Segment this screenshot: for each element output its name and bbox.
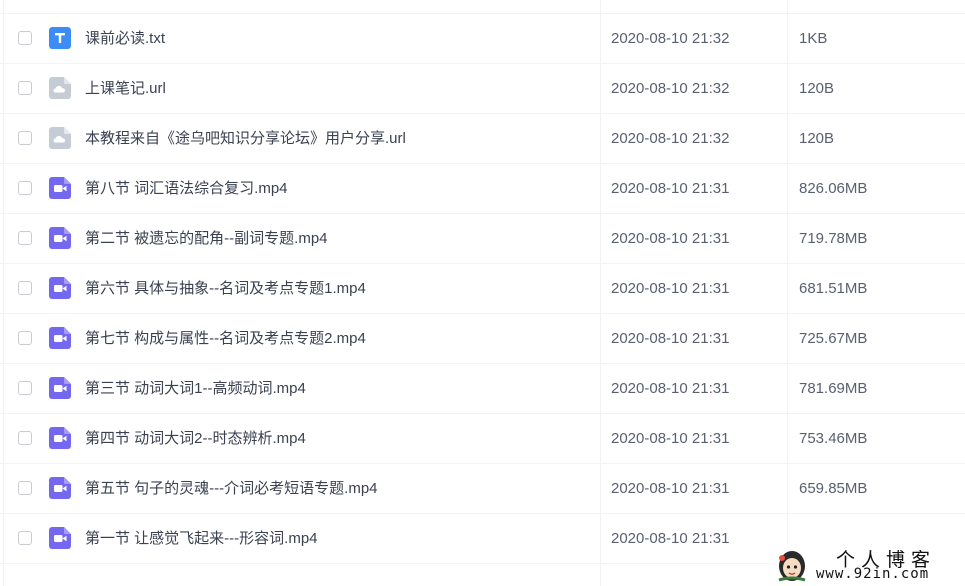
- file-modified-date: 2020-08-10 21:31: [611, 330, 730, 347]
- row-checkbox[interactable]: [18, 281, 32, 295]
- file-size: 120B: [799, 0, 834, 14]
- file-row[interactable]: 第八节 词汇语法综合复习.mp4 2020-08-10 21:31 826.06…: [0, 164, 965, 214]
- file-name[interactable]: 第八节 词汇语法综合复习.mp4: [85, 164, 288, 214]
- file-name[interactable]: 更多视频教程-途乌吧知识论坛 www.tnbzs.com.url: [85, 0, 414, 14]
- file-size: 120B: [799, 130, 835, 147]
- file-row[interactable]: 上课笔记.url 2020-08-10 21:32 120B: [0, 64, 965, 114]
- file-modified-date: 2020-08-10 21:31: [611, 430, 730, 447]
- row-checkbox[interactable]: [18, 131, 32, 145]
- file-modified-date: 2020-08-10 21:32: [611, 80, 730, 97]
- video-file-icon: [49, 227, 71, 249]
- file-modified-date: 2020-08-10 21:32: [611, 130, 730, 147]
- file-modified-date: 2020-08-10 21:31: [611, 230, 730, 247]
- file-name[interactable]: 第五节 句子的灵魂---介词必考短语专题.mp4: [85, 464, 378, 514]
- file-modified-date: 2020-08-10 21:31: [611, 180, 730, 197]
- file-size: 753.46MB: [799, 430, 868, 447]
- file-name[interactable]: 第三节 动词大词1--高频动词.mp4: [85, 364, 306, 414]
- row-checkbox[interactable]: [18, 431, 32, 445]
- row-checkbox[interactable]: [18, 81, 32, 95]
- video-file-icon: [49, 277, 71, 299]
- file-size: 659.85MB: [799, 480, 868, 497]
- video-file-icon: [49, 327, 71, 349]
- file-name[interactable]: 第二节 被遗忘的配角--副词专题.mp4: [85, 214, 328, 264]
- file-size: 781.69MB: [799, 380, 868, 397]
- video-file-icon: [49, 377, 71, 399]
- file-name[interactable]: 第六节 具体与抽象--名词及考点专题1.mp4: [85, 264, 366, 314]
- row-checkbox[interactable]: [18, 181, 32, 195]
- file-modified-date: 2020-08-10 21:31: [611, 480, 730, 497]
- file-size: 1KB: [799, 30, 828, 47]
- url-file-icon: [49, 127, 71, 149]
- file-modified-date: 2020-08-10 21:31: [611, 380, 730, 397]
- file-name[interactable]: 第四节 动词大词2--时态辨析.mp4: [85, 414, 306, 464]
- file-name[interactable]: 第七节 构成与属性--名词及考点专题2.mp4: [85, 314, 366, 364]
- video-file-icon: [49, 527, 71, 549]
- file-row[interactable]: 第五节 句子的灵魂---介词必考短语专题.mp4 2020-08-10 21:3…: [0, 464, 965, 514]
- site-watermark: 个人博客 www.92in.com: [770, 544, 965, 586]
- row-checkbox[interactable]: [18, 531, 32, 545]
- cartoon-avatar-icon: [778, 551, 806, 582]
- file-row[interactable]: 本教程来自《途乌吧知识分享论坛》用户分享.url 2020-08-10 21:3…: [0, 114, 965, 164]
- row-checkbox[interactable]: [18, 331, 32, 345]
- file-name[interactable]: 上课笔记.url: [85, 64, 166, 114]
- file-row[interactable]: 第六节 具体与抽象--名词及考点专题1.mp4 2020-08-10 21:31…: [0, 264, 965, 314]
- file-row[interactable]: 第七节 构成与属性--名词及考点专题2.mp4 2020-08-10 21:31…: [0, 314, 965, 364]
- file-name[interactable]: 第一节 让感觉飞起来---形容词.mp4: [85, 514, 318, 564]
- file-size: 681.51MB: [799, 280, 868, 297]
- file-row[interactable]: 第二节 被遗忘的配角--副词专题.mp4 2020-08-10 21:31 71…: [0, 214, 965, 264]
- file-modified-date: 2020-08-10 21:31: [611, 280, 730, 297]
- file-size: 725.67MB: [799, 330, 868, 347]
- file-size: 120B: [799, 80, 835, 97]
- file-name[interactable]: 本教程来自《途乌吧知识分享论坛》用户分享.url: [85, 114, 406, 164]
- file-size: 826.06MB: [799, 180, 868, 197]
- file-modified-date: 2020-08-10 21:32: [611, 30, 730, 47]
- watermark-url: www.92in.com: [816, 566, 930, 582]
- txt-file-icon: [49, 27, 71, 49]
- file-row[interactable]: 课前必读.txt 2020-08-10 21:32 1KB: [0, 14, 965, 64]
- row-checkbox[interactable]: [18, 381, 32, 395]
- file-name[interactable]: 课前必读.txt: [85, 14, 165, 64]
- file-list: 更多视频教程-途乌吧知识论坛 www.tnbzs.com.url 2020-08…: [0, 0, 965, 564]
- row-checkbox[interactable]: [18, 31, 32, 45]
- file-row[interactable]: 第三节 动词大词1--高频动词.mp4 2020-08-10 21:31 781…: [0, 364, 965, 414]
- file-size: 719.78MB: [799, 230, 868, 247]
- video-file-icon: [49, 427, 71, 449]
- row-checkbox[interactable]: [18, 481, 32, 495]
- file-modified-date: 2020-08-10 21:32: [611, 0, 729, 14]
- file-row[interactable]: 更多视频教程-途乌吧知识论坛 www.tnbzs.com.url 2020-08…: [0, 0, 965, 14]
- url-file-icon: [49, 77, 71, 99]
- video-file-icon: [49, 177, 71, 199]
- file-row[interactable]: 第四节 动词大词2--时态辨析.mp4 2020-08-10 21:31 753…: [0, 414, 965, 464]
- row-checkbox[interactable]: [18, 231, 32, 245]
- file-modified-date: 2020-08-10 21:31: [611, 530, 730, 547]
- video-file-icon: [49, 477, 71, 499]
